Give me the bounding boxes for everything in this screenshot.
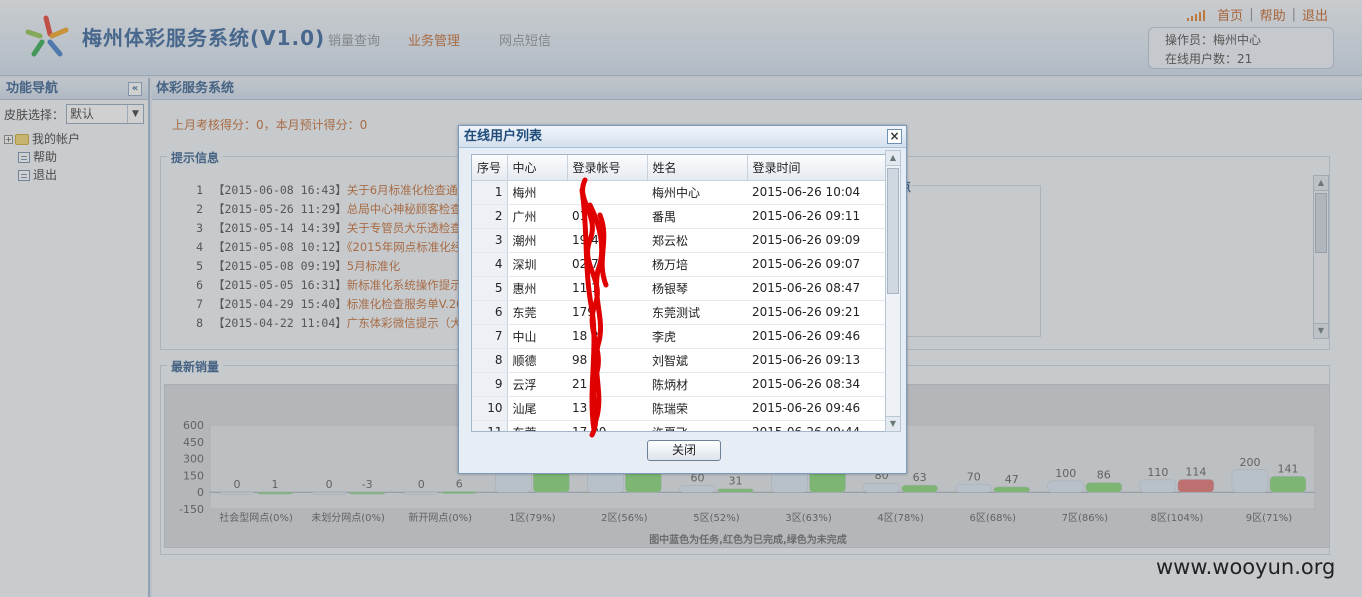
table-cell: 广州 xyxy=(507,204,567,229)
table-cell: 2015-06-26 08:47 xyxy=(747,276,885,301)
online-users-dialog: 在线用户列表 × 序号 中心 登录帐号 姓名 登录时间 1 梅州 梅州中心 2015-… xyxy=(458,125,907,474)
column-header[interactable]: 中心 xyxy=(507,155,568,181)
table-cell: 179 xyxy=(567,300,647,325)
table-cell: 98 xyxy=(567,348,647,373)
table-cell: 东莞 xyxy=(507,420,567,431)
users-table: 序号 中心 登录帐号 姓名 登录时间 1 梅州 梅州中心 2015-06-26 10:… xyxy=(472,155,886,431)
table-row[interactable]: 3 潮州 19 4 郑云松 2015-06-26 09:09 xyxy=(472,228,885,253)
row-number: 4 xyxy=(472,252,508,277)
column-header[interactable]: 姓名 xyxy=(647,155,748,181)
users-grid: 序号 中心 登录帐号 姓名 登录时间 1 梅州 梅州中心 2015-06-26 10:… xyxy=(471,154,887,432)
table-cell: 许夏飞 xyxy=(647,420,747,431)
table-cell: 13 xyxy=(567,396,647,421)
column-header[interactable]: 登录时间 xyxy=(747,155,886,181)
table-row[interactable]: 10 汕尾 13 陈瑞荣 2015-06-26 09:46 xyxy=(472,396,885,421)
table-cell: 李虎 xyxy=(647,324,747,349)
table-cell: 2015-06-26 09:11 xyxy=(747,204,885,229)
table-cell: 2015-06-26 09:21 xyxy=(747,300,885,325)
close-icon[interactable]: × xyxy=(887,129,902,144)
row-number: 9 xyxy=(472,372,508,397)
row-number: 1 xyxy=(472,180,508,205)
row-number: 10 xyxy=(472,396,508,421)
table-cell: 深圳 xyxy=(507,252,567,277)
row-number: 5 xyxy=(472,276,508,301)
table-cell: 云浮 xyxy=(507,372,567,397)
table-cell: 2015-06-26 09:09 xyxy=(747,228,885,253)
table-cell: 东莞测试 xyxy=(647,300,747,325)
table-cell: 2015-06-26 10:04 xyxy=(747,180,885,205)
dialog-title-bar: 在线用户列表 × xyxy=(459,126,906,148)
table-cell: 18 2 xyxy=(567,324,647,349)
scroll-up-icon[interactable]: ▲ xyxy=(886,151,900,166)
row-number: 6 xyxy=(472,300,508,325)
table-row[interactable]: 5 惠州 11 1 杨银琴 2015-06-26 08:47 xyxy=(472,276,885,301)
table-row[interactable]: 7 中山 18 2 李虎 2015-06-26 09:46 xyxy=(472,324,885,349)
table-cell: 2015-06-26 09:46 xyxy=(747,396,885,421)
table-cell xyxy=(567,180,647,205)
table-cell: 中山 xyxy=(507,324,567,349)
table-cell: 2015-06-26 09:07 xyxy=(747,252,885,277)
table-cell: 郑云松 xyxy=(647,228,747,253)
scroll-down-icon[interactable]: ▼ xyxy=(886,416,900,431)
table-cell: 潮州 xyxy=(507,228,567,253)
scroll-thumb[interactable] xyxy=(887,168,899,294)
table-cell: 2015-06-26 09:13 xyxy=(747,348,885,373)
row-number: 7 xyxy=(472,324,508,349)
table-cell: 梅州中心 xyxy=(647,180,747,205)
table-cell: 番禺 xyxy=(647,204,747,229)
table-cell: 2015-06-26 09:46 xyxy=(747,324,885,349)
table-row[interactable]: 9 云浮 21 4 陈炳材 2015-06-26 08:34 xyxy=(472,372,885,397)
table-row[interactable]: 11东莞17 00许夏飞2015-06-26 09:44 xyxy=(472,420,885,431)
table-cell: 01 xyxy=(567,204,647,229)
table-cell: 陈瑞荣 xyxy=(647,396,747,421)
row-number: 8 xyxy=(472,348,508,373)
table-row[interactable]: 2 广州 01 番禺 2015-06-26 09:11 xyxy=(472,204,885,229)
table-row[interactable]: 8 顺德 98 刘智斌 2015-06-26 09:13 xyxy=(472,348,885,373)
table-cell: 惠州 xyxy=(507,276,567,301)
close-button[interactable]: 关闭 xyxy=(647,440,721,461)
table-cell: 顺德 xyxy=(507,348,567,373)
table-cell: 刘智斌 xyxy=(647,348,747,373)
row-number: 3 xyxy=(472,228,508,253)
dialog-title: 在线用户列表 xyxy=(464,129,543,144)
table-cell: 2015-06-26 08:34 xyxy=(747,372,885,397)
table-cell: 2015-06-26 09:44 xyxy=(747,420,885,431)
table-cell: 19 4 xyxy=(567,228,647,253)
grid-scrollbar[interactable]: ▲ ▼ xyxy=(885,150,901,432)
column-header[interactable]: 序号 xyxy=(472,155,508,181)
table-cell: 杨万培 xyxy=(647,252,747,277)
table-cell: 17 00 xyxy=(567,420,647,431)
table-cell: 陈炳材 xyxy=(647,372,747,397)
table-header-row: 序号 中心 登录帐号 姓名 登录时间 xyxy=(472,155,886,181)
row-number: 11 xyxy=(472,420,508,431)
table-row[interactable]: 6 东莞 179 东莞测试 2015-06-26 09:21 xyxy=(472,300,885,325)
row-number: 2 xyxy=(472,204,508,229)
table-cell: 汕尾 xyxy=(507,396,567,421)
watermark: www.wooyun.org xyxy=(1156,555,1336,579)
table-cell: 杨银琴 xyxy=(647,276,747,301)
table-cell: 梅州 xyxy=(507,180,567,205)
table-cell: 11 1 xyxy=(567,276,647,301)
column-header[interactable]: 登录帐号 xyxy=(567,155,648,181)
table-row[interactable]: 4 深圳 02 7 杨万培 2015-06-26 09:07 xyxy=(472,252,885,277)
table-row[interactable]: 1 梅州 梅州中心 2015-06-26 10:04 xyxy=(472,180,885,205)
table-cell: 21 4 xyxy=(567,372,647,397)
table-cell: 02 7 xyxy=(567,252,647,277)
table-cell: 东莞 xyxy=(507,300,567,325)
